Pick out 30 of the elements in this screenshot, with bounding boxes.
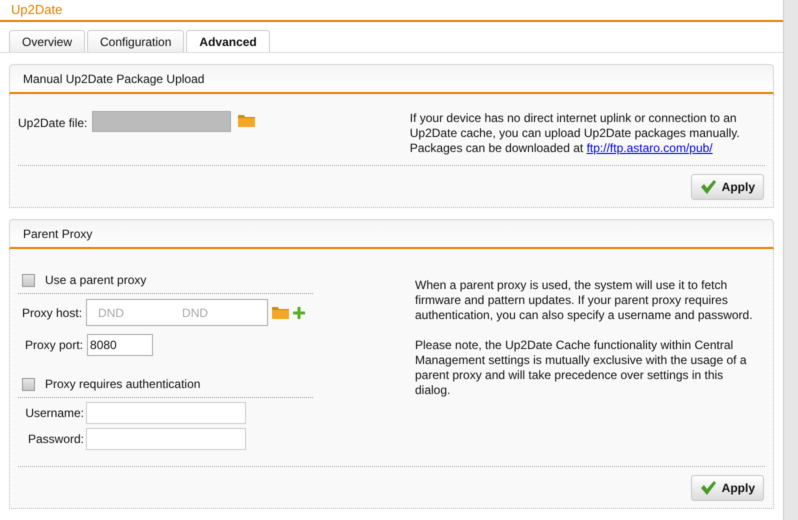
checkbox-label: Use a parent proxy bbox=[45, 272, 146, 289]
check-icon bbox=[700, 480, 716, 494]
section-title: Parent Proxy bbox=[23, 226, 92, 242]
drop-hint: DND bbox=[182, 304, 208, 322]
scrollbar-track[interactable] bbox=[783, 0, 798, 520]
drop-hint: DND bbox=[98, 304, 124, 322]
tab[interactable]: Advanced bbox=[186, 30, 270, 52]
folder-icon[interactable] bbox=[238, 114, 256, 127]
tab[interactable]: Overview bbox=[9, 30, 86, 52]
field-label: Username: bbox=[24, 405, 84, 422]
help-text: If your device has no direct internet uplink or connection to an Up2Date cache, you can upload Up2Date packages manually. Packages can be downloaded at ftp://ftp.astaro.com/pub/ bbox=[410, 111, 741, 157]
password-field[interactable] bbox=[86, 428, 246, 450]
checkbox[interactable] bbox=[22, 274, 35, 286]
field-label: Proxy host: bbox=[22, 304, 82, 322]
help-text: When a parent proxy is used, the system will use it to fetch firmware and pattern updates. If your parent proxy requires authentication, you can also specify a username and password. bbox=[415, 278, 754, 323]
checkbox-label: Proxy requires authentication bbox=[45, 376, 200, 393]
section-title: Manual Up2Date Package Upload bbox=[23, 70, 204, 88]
username-field[interactable] bbox=[86, 402, 246, 424]
field-label: Password: bbox=[26, 431, 84, 448]
field-label: Up2Date file: bbox=[18, 115, 88, 132]
field-label: Proxy port: bbox=[25, 337, 84, 354]
tab[interactable]: Configuration bbox=[87, 30, 184, 52]
page-title: Up2Date bbox=[11, 1, 62, 20]
proxy-port-field[interactable]: 8080 bbox=[87, 334, 154, 356]
checkbox[interactable] bbox=[22, 378, 35, 390]
folder-icon[interactable] bbox=[272, 306, 290, 319]
apply-button[interactable]: Apply bbox=[690, 474, 764, 500]
help-text: Please note, the Up2Date Cache functionality within Central Management settings is mutually exclusive with the usage of a parent proxy and will take precedence over settings in this dialog. bbox=[415, 338, 748, 398]
add-icon[interactable] bbox=[293, 306, 306, 318]
check-icon bbox=[700, 180, 716, 194]
